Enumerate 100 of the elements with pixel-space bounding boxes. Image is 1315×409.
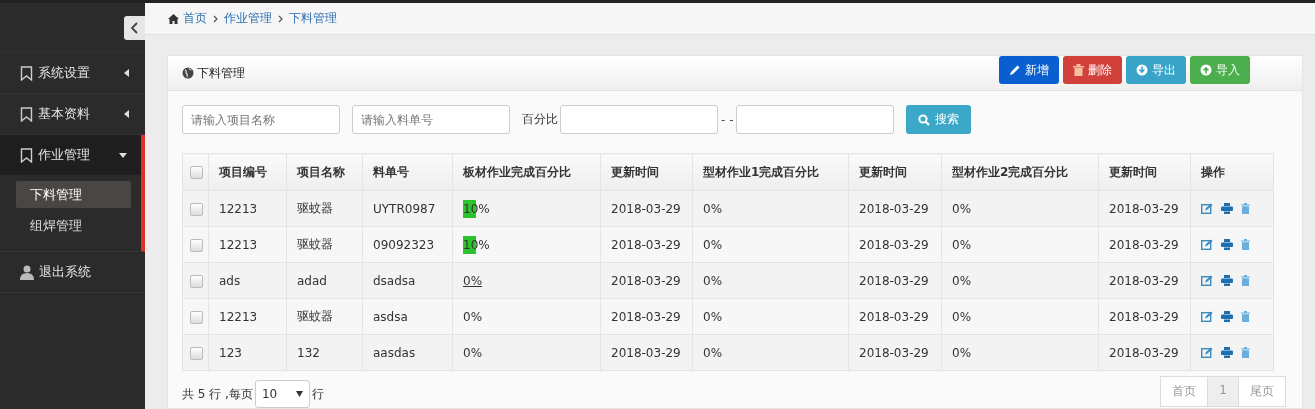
sidebar-menu-item[interactable]: 基本资料 [0, 94, 145, 134]
upload-icon [1200, 64, 1212, 76]
action-button[interactable]: 新增 [999, 56, 1059, 84]
sidebar-menu-item[interactable]: 系统设置 [0, 53, 145, 93]
edit-icon[interactable] [1201, 203, 1213, 214]
edit-icon[interactable] [1201, 275, 1213, 286]
bookmark-icon [20, 147, 33, 163]
search-button[interactable]: 搜索 [906, 105, 972, 134]
breadcrumb-link[interactable]: 首页 [183, 10, 207, 27]
breadcrumb-link[interactable]: 作业管理 [224, 10, 272, 27]
row-checkbox[interactable] [190, 202, 203, 216]
table-cell: 12213 [208, 190, 287, 227]
table-cell: 0% [941, 190, 1099, 227]
table-cell: 驱蚊器 [286, 190, 363, 227]
column-header: 型材作业2完成百分比 [941, 153, 1099, 191]
sidebar-collapse-button[interactable] [124, 16, 145, 40]
table-cell: 2018-03-29 [848, 334, 942, 371]
table-cell: 2018-03-29 [848, 298, 942, 335]
table-cell: 12213 [208, 298, 287, 335]
table-cell: 2018-03-29 [848, 262, 942, 299]
table-cell: 12213 [208, 226, 287, 263]
table-cell: UYTR0987 [362, 190, 453, 227]
table-cell: adad [286, 262, 363, 299]
table-cell: 09092323 [362, 226, 453, 263]
table-cell: 驱蚊器 [286, 226, 363, 263]
user-icon [20, 264, 34, 280]
print-icon[interactable] [1221, 311, 1233, 322]
column-header: 型材作业1完成百分比 [692, 153, 849, 191]
table-cell: dsadsa [362, 262, 453, 299]
table-cell: 0% [692, 190, 849, 227]
column-header: 板材作业完成百分比 [452, 153, 601, 191]
trash-icon [1073, 64, 1084, 76]
rows-suffix-text: 行 [311, 385, 324, 403]
row-checkbox[interactable] [190, 346, 203, 360]
trash-icon[interactable] [1241, 347, 1250, 358]
pencil-icon [1009, 64, 1021, 76]
trash-icon[interactable] [1241, 203, 1250, 214]
breadcrumb-link[interactable]: 下料管理 [289, 10, 337, 27]
table-cell: 2018-03-29 [1098, 190, 1191, 227]
trash-icon[interactable] [1241, 311, 1250, 322]
project-name-field[interactable]: 请输入项目名称 [182, 105, 340, 134]
sidebar-menu-item[interactable]: 作业管理 [0, 135, 141, 175]
percent-label: 百分比 [522, 111, 558, 128]
sidebar-submenu-item[interactable]: 下料管理 [16, 181, 131, 208]
sidebar-menu-item[interactable]: 退出系统 [0, 252, 145, 292]
table-cell: 0% [941, 262, 1099, 299]
range-separator: - - [721, 112, 734, 127]
table-cell: 2018-03-29 [600, 190, 693, 227]
table-cell: 2018-03-29 [600, 298, 693, 335]
table-cell: 2018-03-29 [600, 334, 693, 371]
caret-icon [123, 110, 131, 118]
percent-text: 0% [463, 309, 483, 324]
print-icon[interactable] [1221, 239, 1233, 250]
trash-icon[interactable] [1241, 239, 1250, 250]
table-cell: 123 [208, 334, 287, 371]
caret-icon [119, 151, 127, 159]
bookmark-icon [20, 65, 33, 81]
edit-icon[interactable] [1201, 347, 1213, 358]
sidebar-submenu-item[interactable]: 组焊管理 [16, 212, 131, 239]
row-checkbox[interactable] [190, 238, 203, 252]
percent-text: 0% [463, 345, 483, 360]
table-cell: 0% [941, 298, 1099, 335]
print-icon[interactable] [1221, 203, 1233, 214]
table-cell: 0% [692, 298, 849, 335]
table-cell: 2018-03-29 [600, 226, 693, 263]
chevron-icon [276, 14, 285, 23]
row-count-text: 共 5 行 ,每页 [182, 385, 253, 403]
column-header: 更新时间 [1098, 153, 1191, 191]
print-icon[interactable] [1221, 347, 1233, 358]
row-checkbox[interactable] [190, 274, 203, 288]
action-button[interactable]: 导入 [1190, 56, 1250, 84]
action-button[interactable]: 删除 [1063, 56, 1122, 84]
table-cell: 驱蚊器 [286, 298, 363, 335]
percent-min-field[interactable] [560, 105, 718, 134]
table-cell: 0% [692, 262, 849, 299]
panel-title: 下料管理 [197, 64, 245, 82]
trash-icon[interactable] [1241, 275, 1250, 286]
percent-max-field[interactable] [736, 105, 895, 134]
row-checkbox[interactable] [190, 310, 203, 324]
table-cell: 2018-03-29 [600, 262, 693, 299]
table-cell: 132 [286, 334, 363, 371]
pagination-link[interactable]: 首页 [1160, 376, 1209, 407]
bookmark-icon [20, 106, 33, 122]
print-icon[interactable] [1221, 275, 1233, 286]
page-size-select[interactable]: 10 [254, 380, 310, 408]
home-icon [168, 13, 179, 24]
select-all-checkbox[interactable] [190, 166, 203, 179]
caret-icon [123, 69, 131, 77]
column-header: 项目名称 [286, 153, 363, 191]
chevron-left-icon [130, 22, 139, 34]
percent-link[interactable]: 0% [463, 273, 483, 288]
order-number-field[interactable]: 请输入料单号 [352, 105, 510, 134]
table-cell: 2018-03-29 [1098, 262, 1191, 299]
column-header: 料单号 [362, 153, 453, 191]
edit-icon[interactable] [1201, 311, 1213, 322]
pagination-link[interactable]: 尾页 [1238, 376, 1286, 407]
action-button[interactable]: 导出 [1126, 56, 1186, 84]
column-header: 更新时间 [848, 153, 942, 191]
edit-icon[interactable] [1201, 239, 1213, 250]
table-cell: 2018-03-29 [848, 226, 942, 263]
